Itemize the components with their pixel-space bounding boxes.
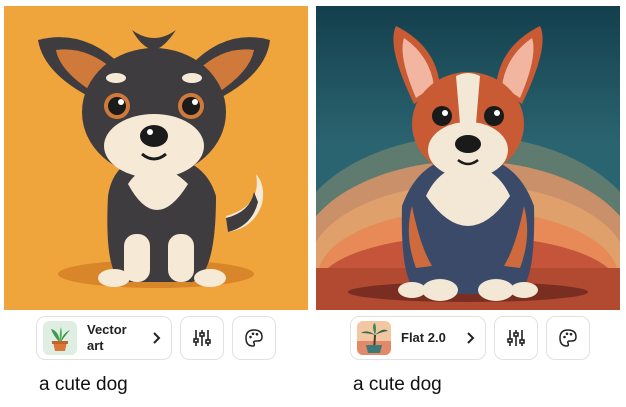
palette-icon <box>245 329 263 347</box>
palette-icon <box>559 329 577 347</box>
style-label: Flat 2.0 <box>401 330 446 345</box>
potted-plant-thumbnail-icon <box>43 321 77 355</box>
controls-row-2: Flat 2.0 <box>350 315 590 361</box>
palette-button[interactable] <box>232 316 276 360</box>
palm-tree-thumbnail-icon <box>357 321 391 355</box>
chevron-right-icon <box>465 332 475 344</box>
generated-image-1[interactable] <box>4 6 308 310</box>
prompt-caption-2: a cute dog <box>353 374 442 395</box>
palette-button[interactable] <box>546 316 590 360</box>
style-selector-vector-art[interactable]: Vector art <box>36 316 172 360</box>
generated-image-2[interactable] <box>316 6 620 310</box>
chevron-right-icon <box>151 332 161 344</box>
result-card-2 <box>316 6 620 310</box>
style-label: Vector art <box>87 322 127 353</box>
style-selector-flat-2[interactable]: Flat 2.0 <box>350 316 486 360</box>
sliders-icon <box>507 330 525 346</box>
prompt-caption-1: a cute dog <box>39 374 128 395</box>
adjust-settings-button[interactable] <box>494 316 538 360</box>
result-card-1 <box>4 6 308 310</box>
sliders-icon <box>193 330 211 346</box>
controls-row-1: Vector art <box>36 315 276 361</box>
adjust-settings-button[interactable] <box>180 316 224 360</box>
